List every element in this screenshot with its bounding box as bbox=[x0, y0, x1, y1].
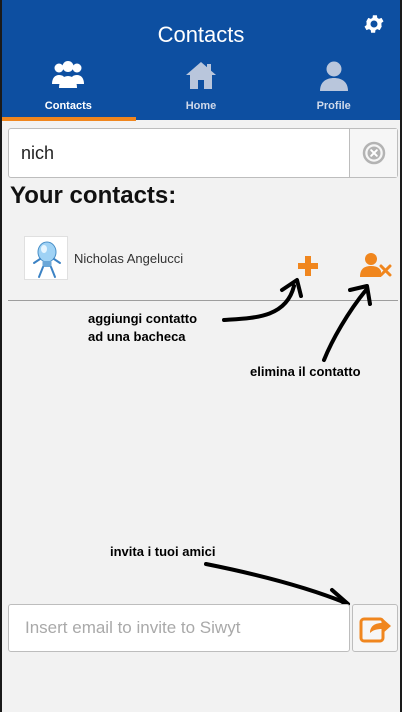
tab-contacts[interactable]: Contacts bbox=[2, 54, 135, 120]
avatar bbox=[24, 236, 68, 280]
remove-user-icon[interactable] bbox=[360, 252, 392, 278]
annotation-remove-contact: elimina il contatto bbox=[250, 364, 361, 379]
contacts-heading: Your contacts: bbox=[10, 182, 177, 209]
tab-bar: Contacts Home Profile bbox=[2, 54, 400, 120]
users-icon bbox=[52, 61, 85, 88]
divider bbox=[8, 300, 398, 301]
invite-send-button[interactable] bbox=[352, 604, 398, 652]
annotation-add-contact: aggiungi contatto ad una bacheca bbox=[88, 310, 258, 346]
arrow-to-remove-head bbox=[348, 284, 372, 306]
arrow-to-add-head bbox=[280, 278, 303, 298]
tab-label: Profile bbox=[316, 100, 351, 112]
clear-circle-icon bbox=[362, 141, 385, 165]
tab-label: Home bbox=[185, 100, 217, 112]
share-icon bbox=[359, 617, 391, 643]
annotation-line: ad una bacheca bbox=[88, 329, 186, 344]
search-bar bbox=[8, 128, 398, 178]
invite-bar bbox=[8, 604, 398, 652]
app-screen: Contacts Contacts Home Profile nich Your… bbox=[0, 0, 402, 712]
arrow-to-invite bbox=[204, 562, 348, 605]
app-header: Contacts Contacts Home Profile bbox=[2, 0, 400, 120]
user-icon bbox=[319, 61, 348, 91]
plus-icon[interactable] bbox=[296, 254, 320, 278]
search-input[interactable] bbox=[9, 129, 349, 177]
gear-icon[interactable] bbox=[362, 12, 386, 36]
lightbulb-avatar bbox=[33, 241, 61, 278]
tab-label: Contacts bbox=[44, 100, 92, 112]
page-title: Contacts bbox=[157, 22, 245, 47]
home-icon bbox=[186, 62, 216, 89]
annotation-line: aggiungi contatto bbox=[88, 311, 198, 326]
contact-name: Nicholas Angelucci bbox=[74, 251, 184, 266]
annotation-invite: invita i tuoi amici bbox=[110, 544, 216, 559]
tab-profile[interactable]: Profile bbox=[267, 54, 400, 120]
tab-home[interactable]: Home bbox=[135, 54, 268, 120]
active-tab-indicator bbox=[2, 117, 136, 121]
list-item[interactable]: Nicholas Angelucci bbox=[24, 236, 394, 282]
invite-email-input[interactable] bbox=[8, 604, 350, 652]
clear-search-button[interactable] bbox=[349, 129, 397, 177]
